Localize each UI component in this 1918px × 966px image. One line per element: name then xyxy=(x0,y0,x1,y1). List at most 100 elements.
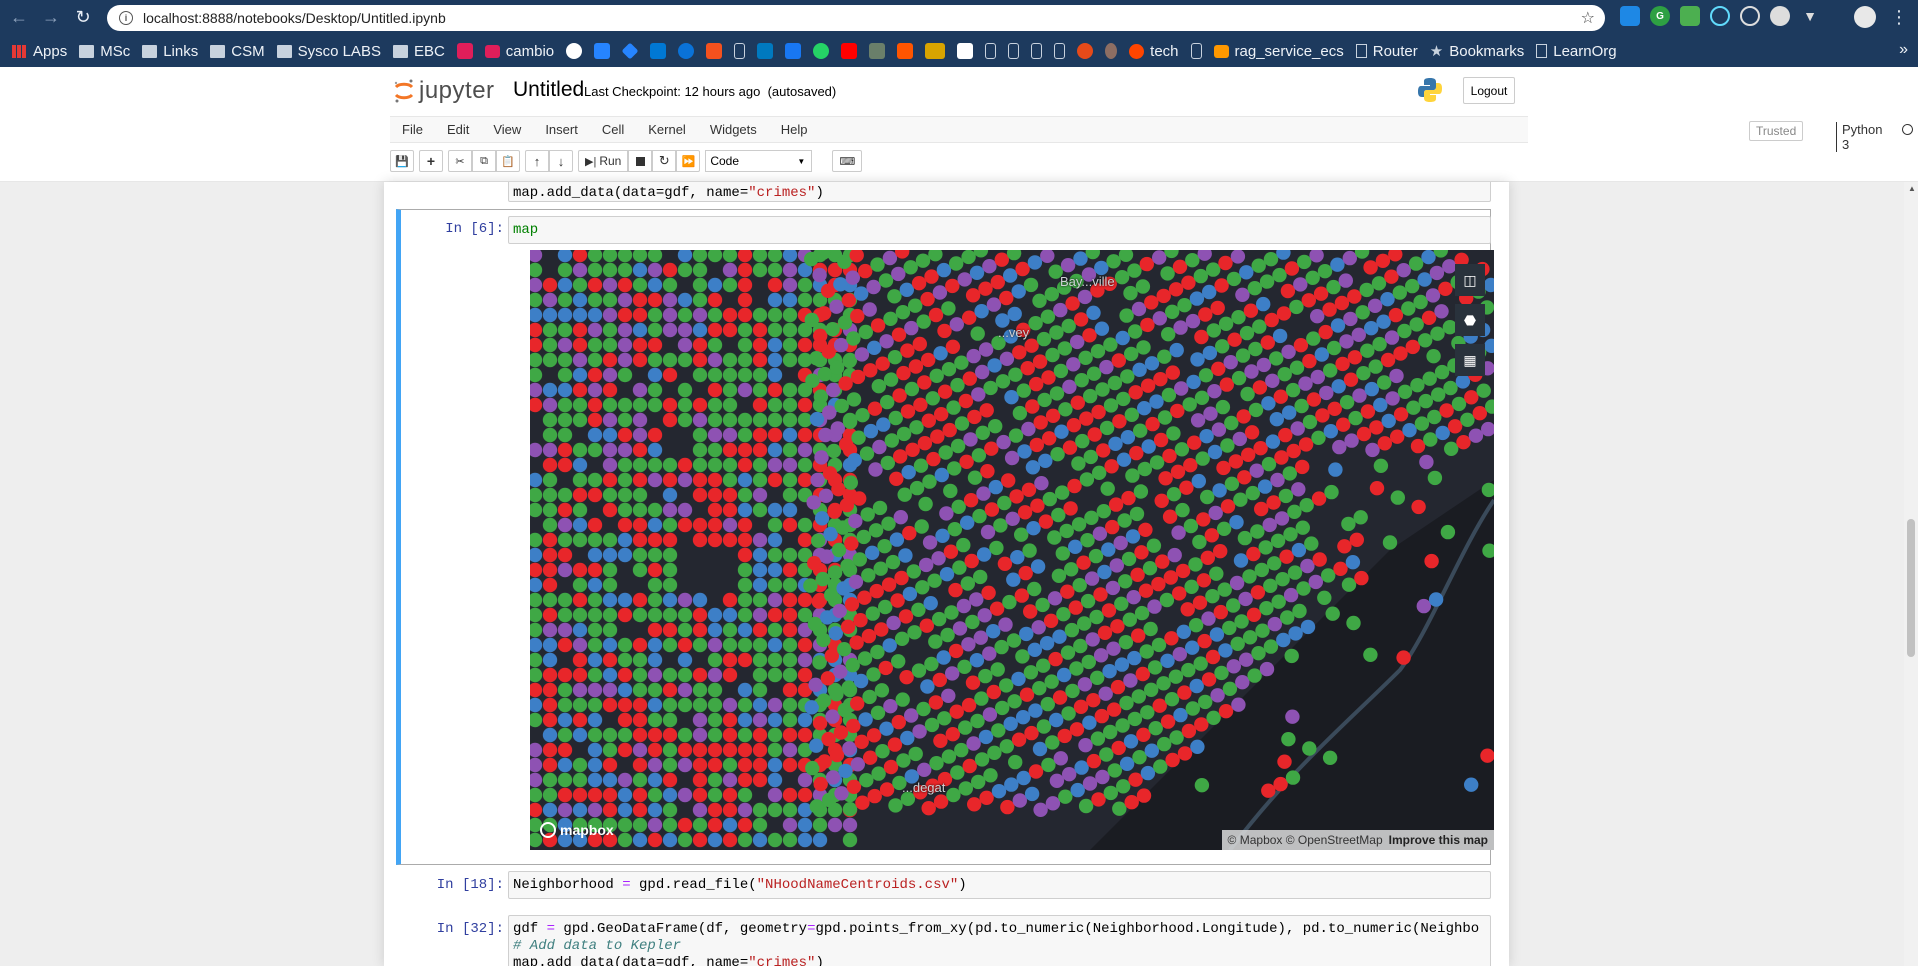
insert-cell-button[interactable]: + xyxy=(419,150,443,172)
grammarly-icon[interactable]: G xyxy=(1650,6,1670,26)
copy-button[interactable]: ⧉ xyxy=(472,150,496,172)
page-icon[interactable] xyxy=(1031,43,1043,59)
bookmark-bookmarks[interactable]: ★ Bookmarks xyxy=(1430,42,1524,61)
menu-file[interactable]: File xyxy=(390,122,435,137)
page-icon[interactable] xyxy=(985,43,997,59)
layers-toggle-icon[interactable]: ◫ xyxy=(1455,264,1485,296)
notebook-title[interactable]: Untitled xyxy=(513,78,584,102)
trello-icon[interactable] xyxy=(757,43,774,59)
browser-menu-icon[interactable]: ⋮ xyxy=(1890,6,1908,28)
site-icon[interactable] xyxy=(1077,43,1094,59)
site-icon[interactable] xyxy=(957,43,974,59)
move-down-button[interactable]: ↓ xyxy=(549,150,573,172)
map-place-label: ...vey xyxy=(998,325,1030,340)
crime-points-layer[interactable] xyxy=(530,250,1494,850)
page-icon xyxy=(1355,44,1367,58)
outlook-icon[interactable] xyxy=(650,43,667,59)
mapbox-logo[interactable]: mapbox xyxy=(540,822,614,838)
move-up-button[interactable]: ↑ xyxy=(525,150,549,172)
folder-icon xyxy=(276,44,292,58)
facebook-icon[interactable] xyxy=(785,43,802,59)
page-icon[interactable] xyxy=(734,43,746,59)
bookmark-learnorg[interactable]: LearnOrg xyxy=(1536,43,1617,60)
reload-icon[interactable]: ↻ xyxy=(70,5,96,31)
restart-button[interactable]: ↻ xyxy=(652,150,677,172)
github-icon[interactable] xyxy=(566,43,583,59)
cell-input[interactable]: map xyxy=(508,216,1491,244)
command-palette-button[interactable]: ⌨ xyxy=(832,150,863,172)
site-icon[interactable] xyxy=(869,43,886,59)
bookmark-router[interactable]: Router xyxy=(1355,43,1418,60)
trusted-indicator[interactable]: Trusted xyxy=(1749,121,1804,141)
slack-icon[interactable] xyxy=(456,43,473,59)
profile-avatar[interactable] xyxy=(1854,6,1876,28)
extension-icon[interactable] xyxy=(1740,6,1760,26)
menu-edit[interactable]: Edit xyxy=(435,122,481,137)
cell-input[interactable]: map.add_data(data=gdf, name="crimes") xyxy=(508,182,1491,202)
save-button[interactable]: 💾 xyxy=(390,150,414,172)
menu-insert[interactable]: Insert xyxy=(533,122,590,137)
bookmark-apps[interactable]: Apps xyxy=(12,43,67,60)
menu-widgets[interactable]: Widgets xyxy=(698,122,769,137)
code-cell-32[interactable]: In [32]: gdf = gpd.GeoDataFrame(df, geom… xyxy=(398,915,1491,966)
3d-map-icon[interactable]: ⬣ xyxy=(1455,304,1485,336)
address-bar[interactable]: i localhost:8888/notebooks/Desktop/Untit… xyxy=(107,5,1605,31)
page-icon[interactable] xyxy=(1190,43,1202,59)
bookmark-tech[interactable]: tech xyxy=(1129,43,1179,60)
cell-type-select[interactable]: Code ▼ xyxy=(705,150,813,172)
menu-view[interactable]: View xyxy=(481,122,533,137)
url-text[interactable]: localhost:8888/notebooks/Desktop/Untitle… xyxy=(143,10,446,26)
page-scrollbar[interactable]: ▲ xyxy=(1904,182,1918,966)
bookmark-folder-ebc[interactable]: EBC xyxy=(392,43,445,60)
forward-icon[interactable]: → xyxy=(38,5,64,31)
site-info-icon[interactable]: i xyxy=(119,11,133,25)
bookmark-folder-links[interactable]: Links xyxy=(142,43,198,60)
jupyter-logo[interactable]: jupyter xyxy=(393,77,495,105)
extension-icon[interactable] xyxy=(1770,6,1790,26)
menu-cell[interactable]: Cell xyxy=(590,122,636,137)
cut-button[interactable]: ✂ xyxy=(448,150,472,172)
menu-kernel[interactable]: Kernel xyxy=(636,122,698,137)
checkpoint-status: Last Checkpoint: 12 hours ago (autosaved… xyxy=(584,84,837,99)
bookmark-folder-sysco-labs[interactable]: Sysco LABS xyxy=(276,43,381,60)
youtube-icon[interactable] xyxy=(841,43,858,59)
kepler-map-output[interactable]: Bay...ville ...vey ...degat ◫ ⬣ ▦ mapbox… xyxy=(530,250,1494,850)
page-icon[interactable] xyxy=(1008,43,1020,59)
bookmark-folder-msc[interactable]: MSc xyxy=(79,43,130,60)
scroll-up-icon[interactable]: ▲ xyxy=(1908,184,1916,193)
improve-map-link[interactable]: Improve this map xyxy=(1389,833,1488,847)
code-cell-18[interactable]: In [18]: Neighborhood = gpd.read_file("N… xyxy=(398,871,1491,903)
soundcloud-icon[interactable] xyxy=(897,43,914,59)
extension-icon[interactable] xyxy=(1620,6,1640,26)
vue-devtools-icon[interactable]: ▼ xyxy=(1800,6,1820,26)
menu-help[interactable]: Help xyxy=(769,122,820,137)
cell-input[interactable]: gdf = gpd.GeoDataFrame(df, geometry=gpd.… xyxy=(508,915,1491,966)
bookmark-folder-csm[interactable]: CSM xyxy=(210,43,265,60)
paste-button[interactable]: 📋 xyxy=(496,150,520,172)
onedrive-icon[interactable] xyxy=(678,43,695,59)
extension-icon[interactable] xyxy=(1680,6,1700,26)
office-icon[interactable] xyxy=(706,43,723,59)
folder-icon xyxy=(142,44,158,58)
page-icon[interactable] xyxy=(1054,43,1066,59)
attribution-text[interactable]: © Mapbox © OpenStreetMap xyxy=(1228,833,1383,847)
site-icon[interactable] xyxy=(1105,43,1118,59)
jira-icon[interactable] xyxy=(621,42,639,60)
code-cell-previous[interactable]: map.add_data(data=gdf, name="crimes") xyxy=(398,182,1491,206)
bookmarks-overflow-icon[interactable]: » xyxy=(1899,41,1908,59)
data-table-icon[interactable]: ▦ xyxy=(1455,344,1485,376)
restart-run-all-button[interactable]: ⏩ xyxy=(676,150,701,172)
jira-icon[interactable] xyxy=(594,43,611,59)
whatsapp-icon[interactable] xyxy=(813,43,830,59)
run-button[interactable]: ▶| Run xyxy=(578,150,629,172)
bookmark-rag-service-ecs[interactable]: rag_service_ecs xyxy=(1213,43,1344,60)
scrollbar-thumb[interactable] xyxy=(1907,519,1915,657)
cell-input[interactable]: Neighborhood = gpd.read_file("NHoodNameC… xyxy=(508,871,1491,899)
site-icon[interactable] xyxy=(925,43,946,59)
react-devtools-icon[interactable] xyxy=(1710,6,1730,26)
interrupt-button[interactable] xyxy=(628,150,653,172)
logout-button[interactable]: Logout xyxy=(1463,77,1515,104)
bookmark-cambio[interactable]: cambio xyxy=(484,43,554,60)
bookmark-star-icon[interactable]: ☆ xyxy=(1581,8,1595,28)
back-icon[interactable]: ← xyxy=(6,5,32,31)
